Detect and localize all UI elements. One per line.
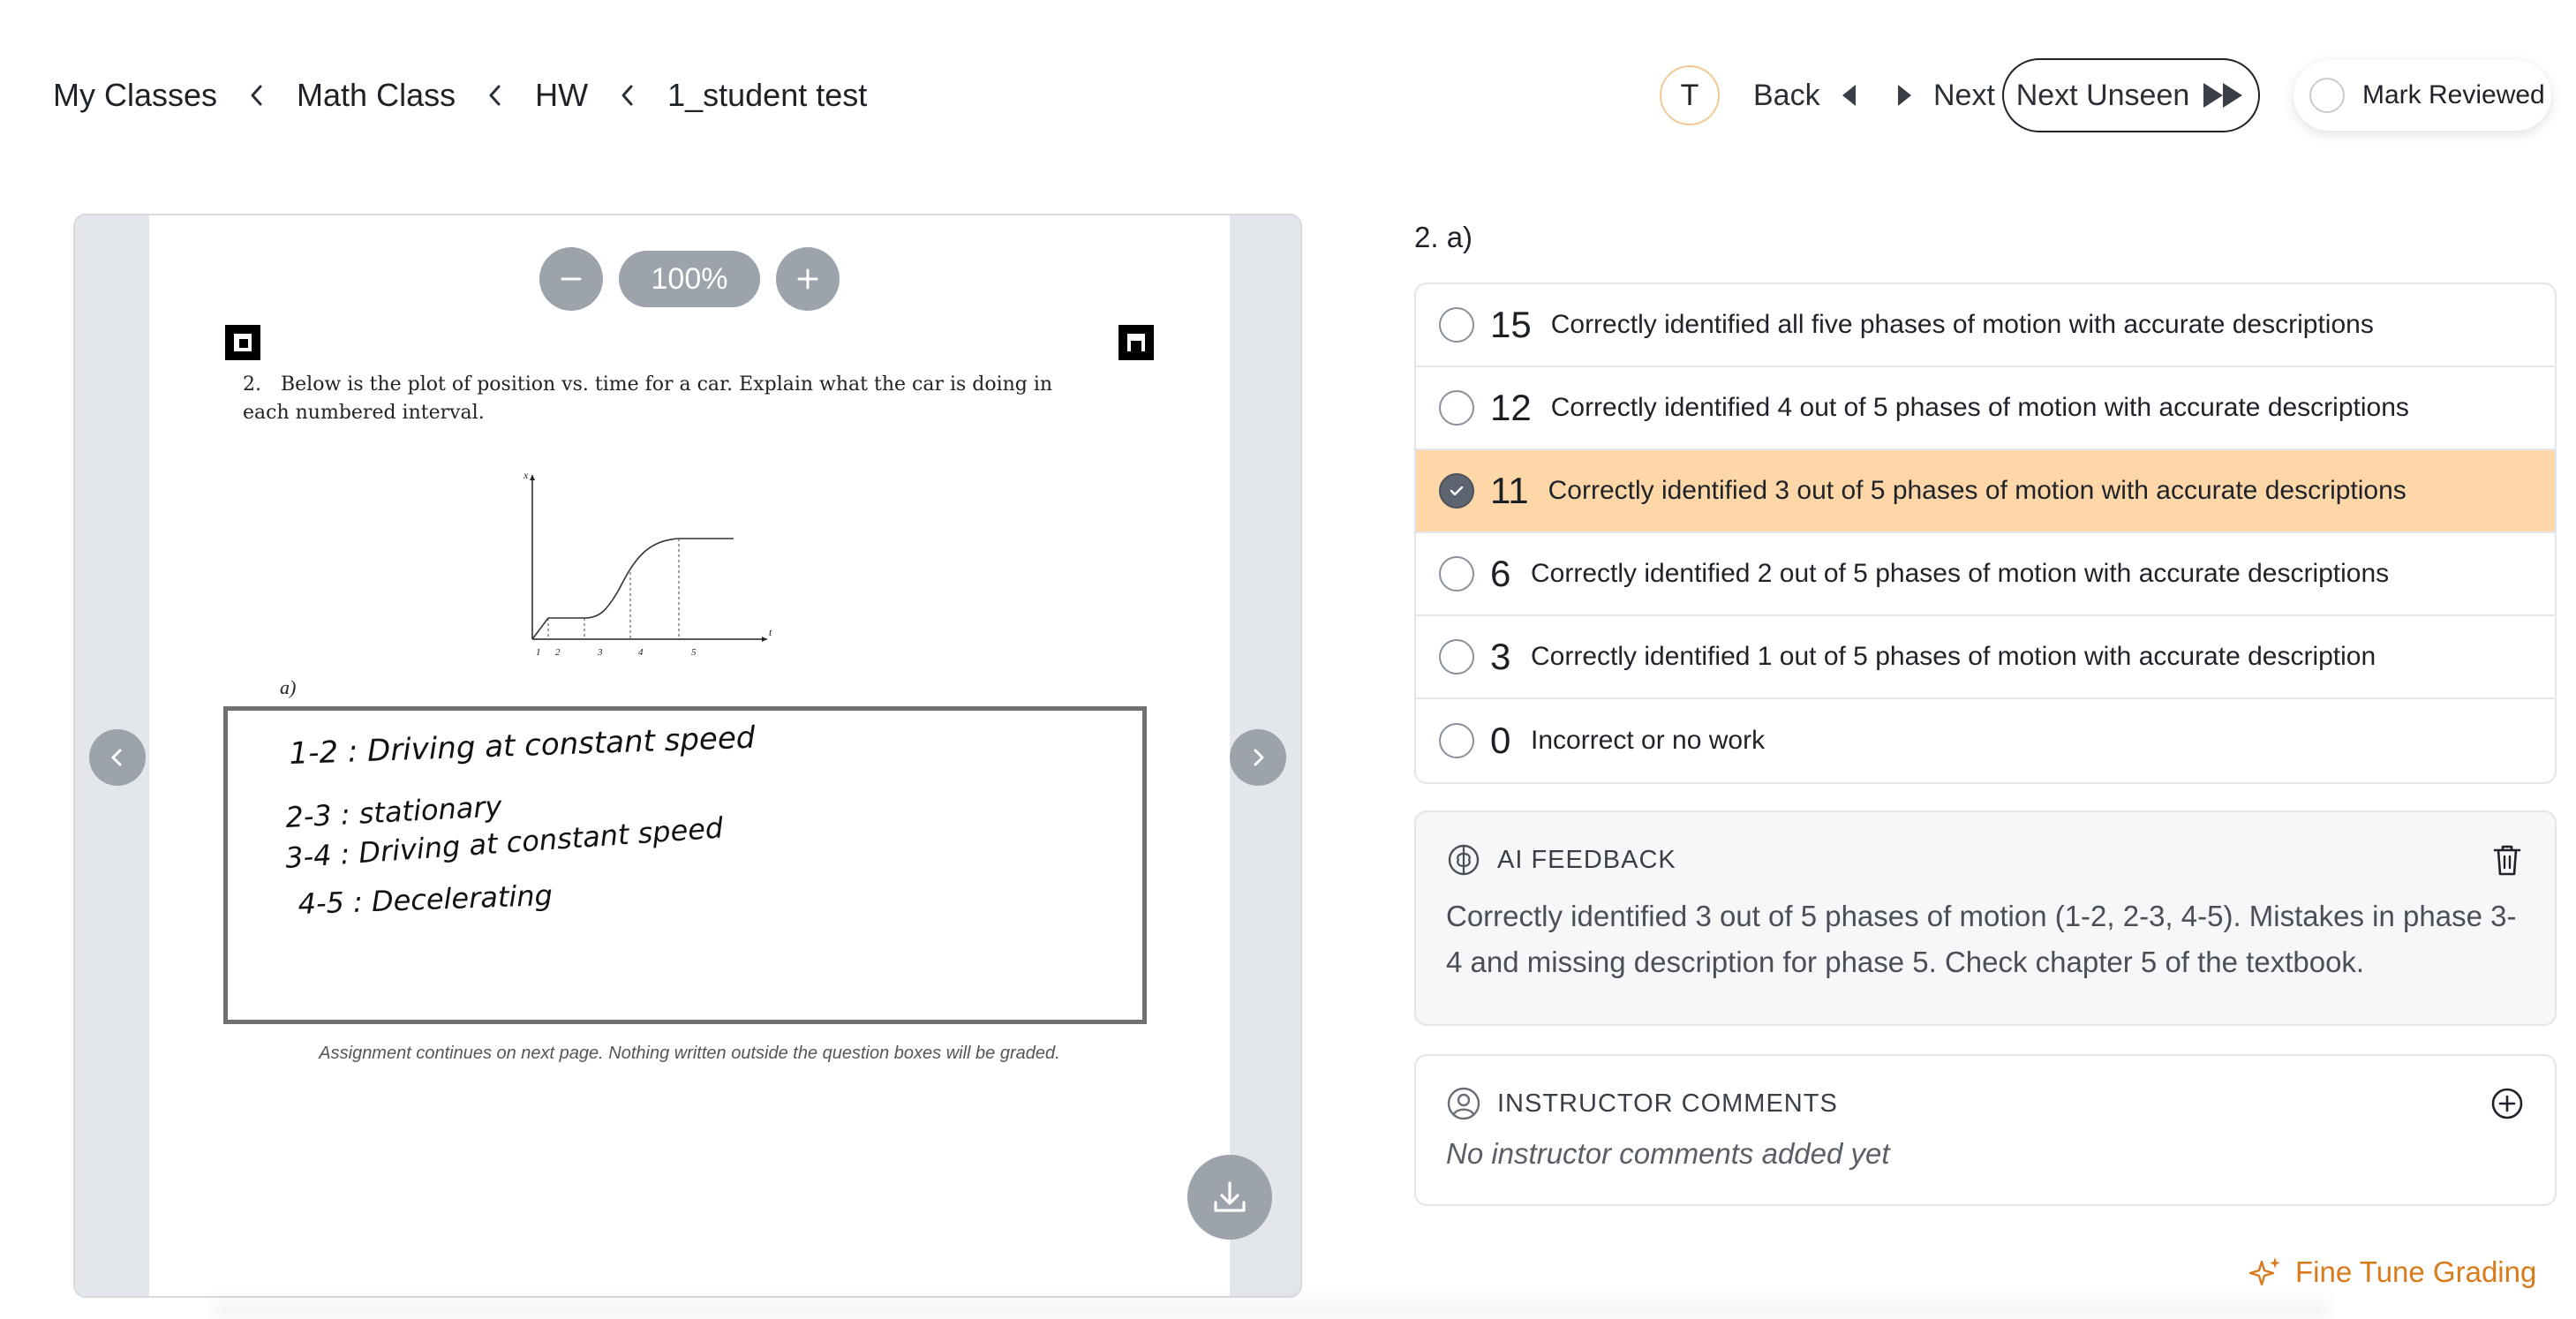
rubric-radio[interactable] — [1439, 639, 1474, 675]
rubric-radio[interactable] — [1439, 723, 1474, 758]
graph-x-label: t — [769, 626, 772, 638]
rubric-description: Correctly identified 3 out of 5 phases o… — [1548, 476, 2407, 505]
graph-tick-3: 3 — [597, 647, 603, 658]
rubric-description: Correctly identified 4 out of 5 phases o… — [1550, 393, 2409, 422]
previous-page-button[interactable] — [89, 729, 146, 786]
zoom-out-button[interactable] — [539, 247, 603, 311]
answer-box: 1-2 : Driving at constant speed 2-3 : st… — [223, 706, 1147, 1024]
question-text: 2. Below is the plot of position vs. time… — [243, 371, 1081, 427]
ai-feedback-card: AI FEEDBACK Correctly identified 3 out o… — [1414, 810, 2557, 1026]
zoom-controls: 100% — [149, 247, 1230, 311]
back-button[interactable]: Back — [1753, 65, 1857, 125]
triangle-right-icon — [1898, 85, 1911, 106]
graph-tick-1: 1 — [536, 647, 541, 658]
document-page: 100% 2. Below is the plot of position vs.… — [149, 215, 1230, 1296]
add-comment-button[interactable] — [2489, 1086, 2525, 1121]
arrow-left-icon — [111, 749, 122, 766]
fine-tune-label: Fine Tune Grading — [2295, 1255, 2537, 1288]
arrow-right-icon — [1254, 749, 1264, 766]
rubric-list: 15 Correctly identified all five phases … — [1414, 283, 2557, 784]
graph-tick-5: 5 — [691, 647, 697, 658]
next-label: Next — [1933, 78, 1995, 112]
rubric-points: 15 — [1490, 304, 1532, 345]
answer-line-1: 1-2 : Driving at constant speed — [289, 720, 757, 772]
page-footer-note: Assignment continues on next page. Nothi… — [319, 1044, 1060, 1063]
rubric-description: Correctly identified 1 out of 5 phases o… — [1531, 642, 2376, 671]
user-circle-icon — [1447, 1087, 1480, 1120]
position-time-graph: x t 1 2 3 4 5 — [523, 469, 772, 658]
part-label: a) — [280, 676, 297, 698]
download-button[interactable] — [1187, 1155, 1272, 1240]
rubric-points: 3 — [1490, 636, 1511, 677]
sparkles-icon — [2248, 1257, 2280, 1286]
bottom-shadow — [212, 1289, 2331, 1319]
download-icon — [1214, 1181, 1246, 1212]
rubric-option-6[interactable]: 6 Correctly identified 2 out of 5 phases… — [1416, 533, 2555, 616]
rubric-option-11[interactable]: 11 Correctly identified 3 out of 5 phase… — [1416, 450, 2555, 533]
rubric-points: 12 — [1490, 387, 1532, 428]
graph-y-label: x — [523, 469, 529, 481]
instructor-comments-title: INSTRUCTOR COMMENTS — [1497, 1089, 1838, 1118]
next-unseen-label: Next Unseen — [2015, 78, 2190, 112]
check-icon — [1450, 486, 1464, 496]
rubric-option-15[interactable]: 15 Correctly identified all five phases … — [1416, 284, 2555, 367]
plus-circle-icon — [2491, 1088, 2523, 1119]
fine-tune-grading-button[interactable]: Fine Tune Grading — [2248, 1250, 2536, 1294]
next-page-button[interactable] — [1230, 729, 1286, 786]
rubric-points: 11 — [1490, 470, 1529, 511]
graph-tick-2: 2 — [555, 647, 561, 658]
ai-feedback-header: AI FEEDBACK — [1446, 842, 1676, 878]
rubric-radio[interactable] — [1439, 307, 1474, 343]
question-number: 2. — [243, 373, 261, 396]
rubric-points: 6 — [1490, 553, 1511, 594]
mark-reviewed-toggle[interactable]: Mark Reviewed — [2294, 60, 2551, 131]
question-label: 2. a) — [1414, 221, 1473, 253]
instructor-comments-empty: No instructor comments added yet — [1446, 1137, 1890, 1170]
avatar[interactable]: T — [1660, 65, 1720, 125]
back-label: Back — [1753, 78, 1820, 112]
handwritten-answer: 1-2 : Driving at constant speed 2-3 : st… — [284, 720, 757, 921]
zoom-level: 100% — [619, 251, 760, 307]
ai-feedback-title: AI FEEDBACK — [1497, 845, 1676, 874]
ai-feedback-text: Correctly identified 3 out of 5 phases o… — [1446, 900, 2517, 978]
rubric-description: Correctly identified all five phases of … — [1550, 310, 2374, 339]
answer-line-4: 4-5 : Decelerating — [298, 878, 554, 921]
graph-tick-4: 4 — [638, 647, 644, 658]
minus-icon — [561, 277, 582, 281]
mark-reviewed-checkbox[interactable] — [2309, 78, 2345, 113]
instructor-comments-card: INSTRUCTOR COMMENTS No instructor commen… — [1414, 1054, 2557, 1206]
zoom-in-button[interactable] — [776, 247, 840, 311]
rubric-description: Correctly identified 2 out of 5 phases o… — [1531, 559, 2390, 588]
rubric-radio[interactable] — [1439, 556, 1474, 592]
plus-icon — [797, 268, 818, 290]
triangle-left-icon — [1842, 85, 1856, 106]
rubric-radio-checked[interactable] — [1439, 473, 1474, 509]
next-unseen-button[interactable]: Next Unseen — [2002, 58, 2260, 132]
alignment-marker-left — [225, 325, 260, 360]
rubric-option-3[interactable]: 3 Correctly identified 1 out of 5 phases… — [1416, 616, 2555, 699]
alignment-marker-right — [1119, 325, 1154, 360]
next-button[interactable]: Next — [1896, 65, 1995, 125]
brain-icon — [1448, 844, 1480, 876]
rubric-option-0[interactable]: 0 Incorrect or no work — [1416, 699, 2555, 782]
fast-forward-icon — [2203, 83, 2243, 108]
rubric-points: 0 — [1490, 720, 1511, 761]
rubric-description: Incorrect or no work — [1531, 726, 1766, 755]
mark-reviewed-label: Mark Reviewed — [2362, 80, 2545, 109]
rubric-option-12[interactable]: 12 Correctly identified 4 out of 5 phase… — [1416, 367, 2555, 450]
delete-feedback-button[interactable] — [2489, 842, 2525, 878]
rubric-radio[interactable] — [1439, 390, 1474, 426]
document-viewer: 100% 2. Below is the plot of position vs.… — [73, 214, 1302, 1298]
instructor-comments-header: INSTRUCTOR COMMENTS — [1446, 1086, 1838, 1121]
question-body: Below is the plot of position vs. time f… — [243, 373, 1053, 424]
trash-icon — [2493, 845, 2521, 876]
top-navigation: T Back Next Next Unseen Mark Reviewed — [0, 58, 2576, 132]
